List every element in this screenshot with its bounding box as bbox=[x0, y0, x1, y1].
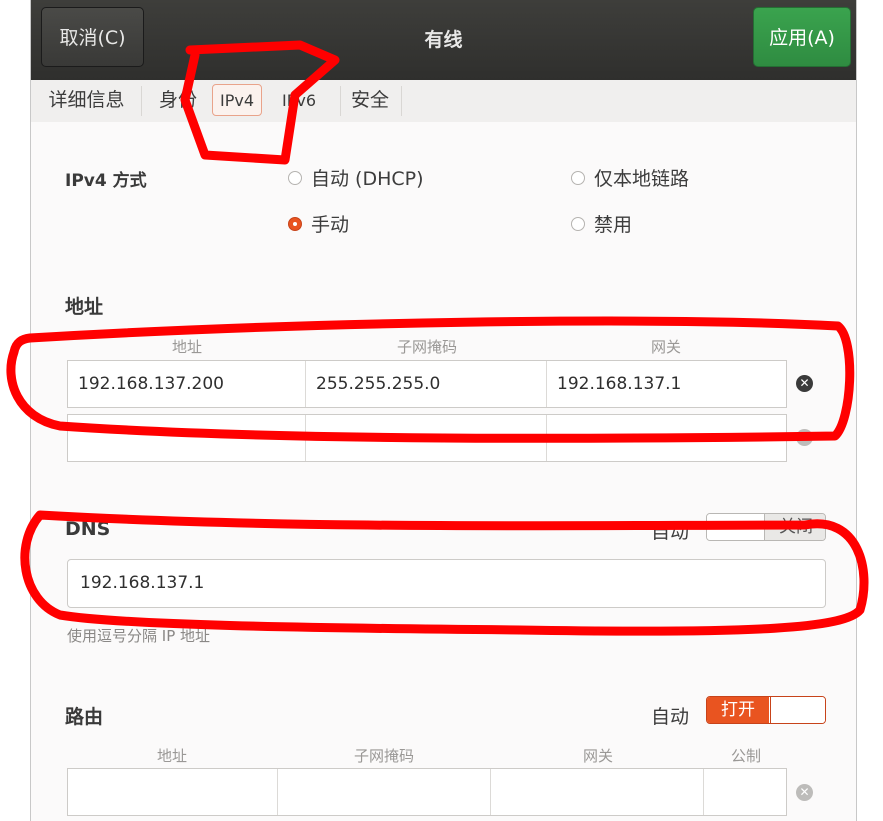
gateway-input[interactable]: 192.168.137.1 bbox=[547, 361, 786, 407]
routes-label: 路由 bbox=[65, 706, 104, 728]
route-metric-input[interactable] bbox=[704, 769, 786, 815]
radio-manual[interactable]: 手动 bbox=[288, 210, 349, 237]
dns-auto-label: 自动 bbox=[651, 521, 690, 543]
route-address-column-header: 地址 bbox=[156, 747, 187, 765]
delete-address-row-icon[interactable]: ✕ bbox=[796, 375, 813, 392]
tab-ipv4[interactable]: IPv4 bbox=[212, 84, 262, 116]
delete-route-row-icon[interactable]: ✕ bbox=[796, 784, 813, 801]
tab-separator bbox=[401, 86, 402, 116]
route-netmask-column-header: 子网掩码 bbox=[353, 747, 414, 765]
toggle-knob bbox=[770, 697, 825, 723]
ipv4-settings-panel: IPv4 方式 自动 (DHCP) 仅本地链路 手动 禁用 地址 地址 子网掩码… bbox=[31, 122, 856, 821]
route-gateway-column-header: 网关 bbox=[582, 747, 613, 765]
radio-manual-label: 手动 bbox=[311, 214, 350, 236]
tab-identity[interactable]: 身份 bbox=[149, 80, 207, 121]
address-row-empty bbox=[67, 414, 787, 462]
gateway-column-header: 网关 bbox=[650, 338, 681, 356]
radio-indicator-selected bbox=[288, 216, 302, 231]
tab-security[interactable]: 安全 bbox=[345, 80, 395, 121]
address-column-header: 地址 bbox=[171, 338, 202, 356]
route-netmask-input[interactable] bbox=[278, 769, 490, 815]
tab-separator bbox=[340, 86, 341, 116]
delete-address-row-icon[interactable]: ✕ bbox=[796, 429, 813, 446]
dns-hint: 使用逗号分隔 IP 地址 bbox=[67, 627, 211, 645]
dialog-title: 有线 bbox=[424, 29, 463, 51]
radio-indicator bbox=[571, 216, 585, 231]
netmask-column-header: 子网掩码 bbox=[396, 338, 457, 356]
netmask-input[interactable] bbox=[306, 415, 546, 461]
dns-servers-input[interactable]: 192.168.137.1 bbox=[67, 559, 826, 608]
radio-disabled-label: 禁用 bbox=[594, 214, 633, 236]
radio-indicator bbox=[571, 170, 585, 185]
radio-dhcp-label: 自动 (DHCP) bbox=[311, 168, 424, 190]
address-row: 192.168.137.200 255.255.255.0 192.168.13… bbox=[67, 360, 787, 408]
cancel-button[interactable]: 取消(C) bbox=[41, 7, 144, 67]
gateway-input[interactable] bbox=[547, 415, 786, 461]
address-input[interactable] bbox=[68, 415, 305, 461]
address-section-label: 地址 bbox=[65, 296, 104, 318]
route-gateway-input[interactable] bbox=[491, 769, 703, 815]
routes-auto-toggle[interactable]: 打开 bbox=[706, 696, 826, 724]
tab-details[interactable]: 详细信息 bbox=[39, 80, 134, 121]
route-address-input[interactable] bbox=[68, 769, 277, 815]
radio-link-local[interactable]: 仅本地链路 bbox=[571, 164, 689, 191]
radio-indicator bbox=[288, 170, 302, 185]
radio-dhcp[interactable]: 自动 (DHCP) bbox=[288, 164, 424, 191]
route-row bbox=[67, 768, 787, 816]
route-metric-column-header: 公制 bbox=[730, 747, 761, 765]
dns-label: DNS bbox=[65, 518, 111, 540]
dns-toggle-state: 关闭 bbox=[765, 514, 825, 540]
radio-disabled[interactable]: 禁用 bbox=[571, 210, 632, 237]
tab-bar: 详细信息 身份 IPv4 IPv6 安全 bbox=[31, 80, 856, 123]
routes-toggle-state: 打开 bbox=[707, 697, 769, 723]
toggle-knob bbox=[707, 514, 765, 540]
address-input[interactable]: 192.168.137.200 bbox=[68, 361, 305, 407]
header-bar: 取消(C) 有线 应用(A) bbox=[31, 0, 856, 81]
radio-link-local-label: 仅本地链路 bbox=[594, 168, 690, 190]
network-dialog: 取消(C) 有线 应用(A) 详细信息 身份 IPv4 IPv6 安全 IPv4… bbox=[30, 0, 857, 821]
tab-ipv6[interactable]: IPv6 bbox=[269, 80, 329, 121]
apply-button[interactable]: 应用(A) bbox=[753, 7, 851, 67]
tab-separator bbox=[141, 86, 142, 116]
dns-auto-toggle[interactable]: 关闭 bbox=[706, 513, 826, 541]
ipv4-method-label: IPv4 方式 bbox=[65, 171, 147, 191]
netmask-input[interactable]: 255.255.255.0 bbox=[306, 361, 546, 407]
routes-auto-label: 自动 bbox=[651, 706, 690, 728]
